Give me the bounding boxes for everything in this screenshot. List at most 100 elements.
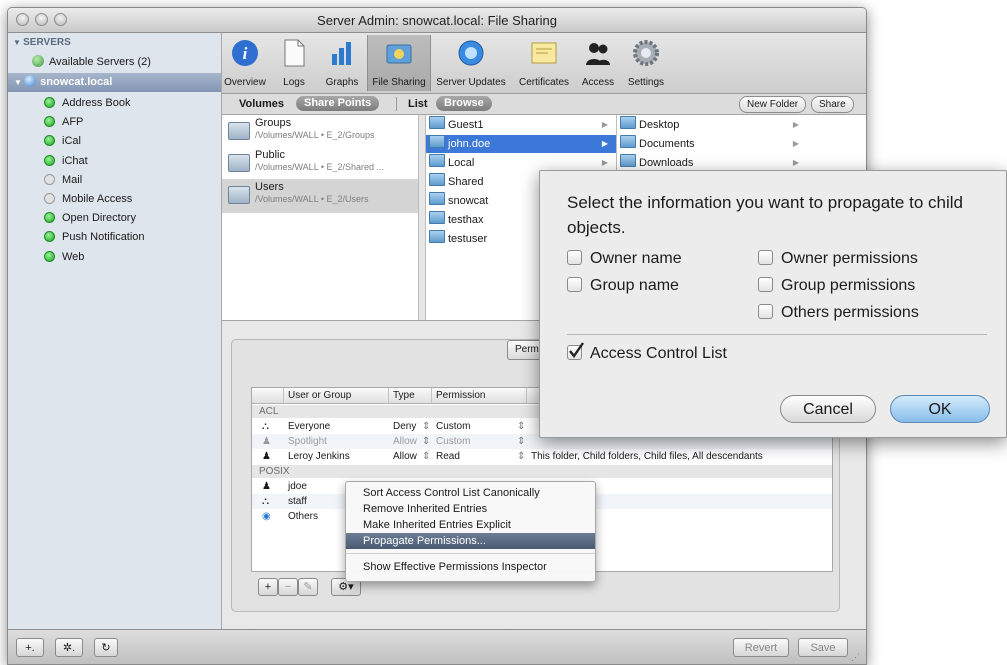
others-permissions-checkbox[interactable]: Others permissions: [758, 303, 919, 323]
stepper-icon[interactable]: ⇕: [517, 419, 525, 434]
acl-type[interactable]: Deny: [393, 419, 416, 434]
acl-type[interactable]: Allow: [393, 449, 417, 464]
service-item[interactable]: Address Book: [44, 94, 130, 113]
servers-header[interactable]: ▼ SERVERS: [13, 33, 71, 52]
servers-sidebar: ▼ SERVERS Available Servers (2) ▼ snowca…: [8, 33, 222, 629]
refresh-button[interactable]: ↻: [94, 638, 118, 657]
stepper-icon[interactable]: ⇕: [517, 434, 525, 449]
checkbox-box: [758, 304, 773, 319]
document-icon: [279, 38, 309, 68]
menu-item-sort-acl[interactable]: Sort Access Control List Canonically: [346, 485, 595, 501]
service-item[interactable]: iChat: [44, 152, 88, 171]
service-status-icon: [44, 154, 55, 166]
toolbar-server-updates[interactable]: Server Updates: [432, 35, 510, 91]
share-button[interactable]: Share: [811, 96, 854, 113]
owner-permissions-checkbox[interactable]: Owner permissions: [758, 249, 918, 269]
service-status-icon: [44, 116, 55, 128]
acl-permission[interactable]: Custom: [436, 434, 470, 449]
server-item-snowcat[interactable]: ▼ snowcat.local: [8, 73, 221, 92]
acl-checkbox[interactable]: Access Control List: [567, 342, 727, 364]
share-points-tab[interactable]: Share Points: [296, 96, 380, 111]
folder-icon: [429, 192, 445, 205]
acl-actions-menu: Sort Access Control List Canonically Rem…: [345, 481, 596, 582]
toolbar-access[interactable]: Access: [578, 35, 618, 91]
cancel-button[interactable]: Cancel: [780, 395, 876, 423]
ok-button[interactable]: OK: [890, 395, 990, 423]
available-servers-item[interactable]: Available Servers (2): [32, 53, 151, 72]
revert-button[interactable]: Revert: [733, 638, 789, 657]
folder-label: Shared: [448, 176, 484, 188]
volumes-tab[interactable]: Volumes: [239, 97, 284, 111]
resize-grip-icon[interactable]: ⋰: [851, 652, 860, 663]
save-button[interactable]: Save: [798, 638, 848, 657]
list-view-tab[interactable]: List: [408, 97, 428, 111]
remove-entry-button[interactable]: −: [278, 578, 298, 596]
acl-row[interactable]: ♟ Leroy Jenkins Allow ⇕ Read ⇕ This folder, Ch…: [252, 449, 832, 464]
browse-view-tab[interactable]: Browse: [436, 96, 492, 111]
disclosure-arrow-icon: ▶: [601, 120, 608, 129]
owner-name-checkbox[interactable]: Owner name: [567, 249, 682, 269]
column-header-type[interactable]: Type: [389, 388, 432, 404]
acl-permission[interactable]: Read: [436, 449, 460, 464]
folder-icon: [429, 135, 445, 148]
volume-users[interactable]: Users /Volumes/WALL • E_2/Users: [222, 179, 418, 213]
propagate-permissions-dialog: Select the information you want to propa…: [539, 170, 1007, 438]
toolbar-logs[interactable]: Logs: [274, 35, 314, 91]
group-name-checkbox[interactable]: Group name: [567, 276, 679, 296]
bar-graph-icon: [327, 38, 357, 68]
service-item[interactable]: iCal: [44, 132, 81, 151]
menu-item-effective-permissions[interactable]: Show Effective Permissions Inspector: [346, 559, 595, 575]
stepper-icon[interactable]: ⇕: [422, 434, 430, 449]
folder-label: snowcat: [448, 195, 489, 207]
divider: [396, 97, 397, 111]
toolbar-file-sharing[interactable]: File Sharing: [367, 35, 431, 91]
folder-label: Guest1: [448, 119, 484, 131]
service-item[interactable]: Mail: [44, 171, 82, 190]
service-label: Mail: [62, 173, 83, 186]
service-item[interactable]: Open Directory: [44, 209, 136, 228]
posix-name: staff: [288, 496, 307, 507]
service-item[interactable]: AFP: [44, 113, 83, 132]
checkbox-box: [567, 342, 584, 360]
folder-item[interactable]: Guest1 ▶: [426, 116, 616, 134]
toolbar-certificates[interactable]: Certificates: [513, 35, 575, 91]
column-header-user-or-group[interactable]: User or Group: [284, 388, 389, 404]
menu-item-make-inherited-explicit[interactable]: Make Inherited Entries Explicit: [346, 517, 595, 533]
service-status-icon: [44, 212, 55, 224]
folder-item[interactable]: Documents ▶: [617, 135, 807, 153]
column-header-permission[interactable]: Permission: [432, 388, 527, 404]
folder-label: Local: [448, 157, 475, 169]
menu-separator: [346, 553, 595, 554]
menu-item-propagate-permissions[interactable]: Propagate Permissions...: [346, 533, 595, 549]
service-item[interactable]: Push Notification: [44, 228, 145, 247]
volume-groups[interactable]: Groups /Volumes/WALL • E_2/Groups: [222, 115, 418, 149]
acl-applies-to[interactable]: This folder, Child folders, Child files,…: [531, 449, 763, 464]
folder-item[interactable]: Desktop ▶: [617, 116, 807, 134]
toolbar-overview[interactable]: i Overview: [222, 35, 268, 91]
edit-entry-button[interactable]: ✎: [298, 578, 318, 596]
service-status-icon: [44, 97, 55, 108]
service-status-icon: [44, 173, 55, 185]
column-resizer[interactable]: [419, 115, 426, 320]
service-item[interactable]: Mobile Access: [44, 190, 132, 209]
server-actions-button[interactable]: ✲.: [55, 638, 83, 657]
add-entry-button[interactable]: +: [258, 578, 278, 596]
info-icon: i: [230, 38, 260, 68]
stepper-icon[interactable]: ⇕: [422, 449, 430, 464]
service-item[interactable]: Web: [44, 248, 84, 267]
volume-public[interactable]: Public /Volumes/WALL • E_2/Shared ...: [222, 147, 418, 181]
service-label: Push Notification: [62, 231, 145, 244]
toolbar-settings[interactable]: Settings: [623, 35, 669, 91]
add-server-button[interactable]: +.: [16, 638, 44, 657]
acl-type[interactable]: Allow: [393, 434, 417, 449]
stepper-icon[interactable]: ⇕: [517, 449, 525, 464]
group-permissions-checkbox[interactable]: Group permissions: [758, 276, 915, 296]
folder-item[interactable]: john.doe ▶: [426, 135, 616, 153]
dialog-prompt: Select the information you want to propa…: [567, 193, 963, 237]
acl-permission[interactable]: Custom: [436, 419, 470, 434]
user-icon: ♟: [262, 451, 271, 462]
menu-item-remove-inherited[interactable]: Remove Inherited Entries: [346, 501, 595, 517]
toolbar-graphs[interactable]: Graphs: [320, 35, 364, 91]
new-folder-button[interactable]: New Folder: [739, 96, 807, 113]
stepper-icon[interactable]: ⇕: [422, 419, 430, 434]
